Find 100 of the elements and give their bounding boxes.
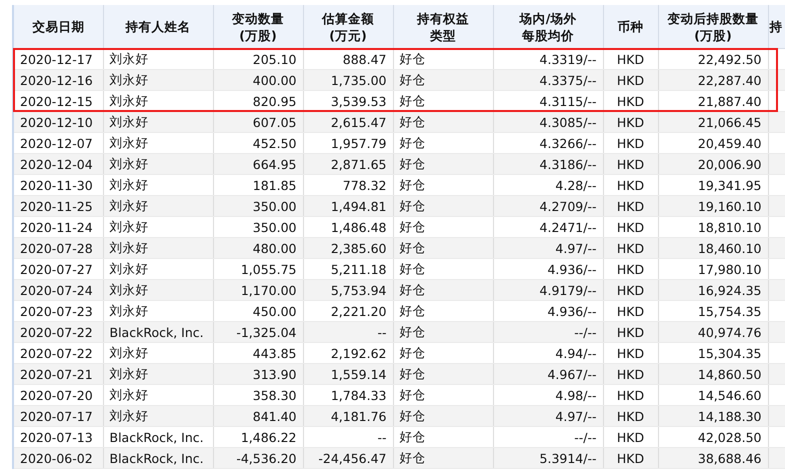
table-cell: 17,980.10 <box>698 262 762 276</box>
table-cell: 刘永好 <box>110 114 148 128</box>
table-cell: 好仓 <box>400 344 426 360</box>
table-cell: 4.3319/-- <box>540 52 596 66</box>
table-cell: 2020-07-21 <box>20 366 93 382</box>
table-cell: 刘永好 <box>110 302 148 318</box>
table-cell: 1,055.75 <box>240 262 296 276</box>
table-cell: HKD <box>616 72 644 88</box>
table-cell: 4.9179/-- <box>540 282 596 298</box>
table-cell: HKD <box>616 388 644 402</box>
table-cell: 38,688.46 <box>698 450 762 466</box>
table-cell: 2020-12-04 <box>20 156 93 172</box>
table-cell: 好仓 <box>400 240 426 254</box>
table-cell: 好仓 <box>400 408 426 422</box>
table-cell: 18,810.10 <box>698 220 762 234</box>
table-cell: 14,860.50 <box>698 366 762 382</box>
table-cell: -- <box>377 430 386 444</box>
table-cell: 好仓 <box>400 156 426 170</box>
table-cell: 4.2471/-- <box>540 220 596 234</box>
table-cell: 14,188.30 <box>698 408 762 424</box>
table-cell: 16,924.35 <box>698 282 762 298</box>
table-cell: 刘永好 <box>110 198 148 212</box>
table-cell: 22,492.50 <box>698 52 762 66</box>
table-cell: 1,559.14 <box>330 366 386 382</box>
table-cell: 好仓 <box>400 260 426 276</box>
table-cell: 刘永好 <box>110 134 148 150</box>
table-cell: 2,192.62 <box>330 346 386 360</box>
table-cell: 刘永好 <box>110 386 148 402</box>
column-header: 变动数量 (万股) <box>232 10 284 44</box>
table-cell: 2020-12-15 <box>20 94 93 108</box>
table-cell: 2020-07-22 <box>20 346 93 360</box>
table-cell: 15,304.35 <box>698 346 762 360</box>
table-cell: 205.10 <box>252 52 296 66</box>
table-cell: 2020-07-20 <box>20 388 93 402</box>
table-cell: 2020-07-13 <box>20 430 93 444</box>
table-cell: 450.00 <box>252 304 296 318</box>
table-cell: 2020-07-28 <box>20 240 93 256</box>
table-cell: 1,170.00 <box>240 282 296 298</box>
table-cell: -24,456.47 <box>318 450 386 466</box>
column-header: 变动后持股数量 (万股) <box>668 10 758 44</box>
table-cell: 刘永好 <box>110 50 148 66</box>
table-cell: 443.85 <box>252 346 296 360</box>
table-cell: 2020-12-16 <box>20 72 93 88</box>
table-cell: 4.3266/-- <box>540 136 596 150</box>
table-cell: 452.50 <box>252 136 296 150</box>
table-cell: BlackRock, Inc. <box>110 450 204 466</box>
table-cell: 22,287.40 <box>698 72 762 88</box>
table-cell: 好仓 <box>400 92 426 108</box>
table-cell: 358.30 <box>252 388 296 402</box>
table-cell: 5.3914/-- <box>540 450 596 466</box>
table-cell: 5,753.94 <box>330 282 386 298</box>
column-header: 交易日期 <box>32 18 84 35</box>
table-cell: HKD <box>616 366 644 382</box>
table-cell: -4,536.20 <box>236 450 296 466</box>
table-cell: 2020-11-25 <box>20 198 93 214</box>
table-cell: -- <box>377 324 386 340</box>
table-cell: 好仓 <box>400 324 426 338</box>
table-cell: 2020-11-30 <box>20 178 93 192</box>
table-cell: 好仓 <box>400 218 426 234</box>
table-cell: 好仓 <box>400 198 426 212</box>
column-header: 持有权益 类型 <box>417 10 469 44</box>
table-cell: HKD <box>616 282 644 298</box>
table-cell: 4.3085/-- <box>540 114 596 130</box>
table-cell: 2020-07-27 <box>20 262 93 276</box>
table-cell: 2020-12-07 <box>20 136 93 150</box>
table-cell: 42,028.50 <box>698 430 762 444</box>
table-cell: 好仓 <box>400 366 426 380</box>
table-cell: HKD <box>616 198 644 214</box>
table-cell: 刘永好 <box>110 344 148 360</box>
table-cell: 1,784.33 <box>330 388 386 402</box>
table-cell: 刘永好 <box>110 240 148 254</box>
column-header: 币种 <box>618 18 644 35</box>
table-cell: 2,385.60 <box>330 240 386 256</box>
table-cell: HKD <box>616 178 644 192</box>
table-cell: 刘永好 <box>110 92 148 108</box>
table-cell: 刘永好 <box>110 72 148 86</box>
column-header: 持 <box>770 18 782 35</box>
table-cell: HKD <box>616 52 644 66</box>
table-cell: 1,486.22 <box>240 430 296 444</box>
table-cell: 40,974.76 <box>698 324 762 340</box>
table-cell: HKD <box>616 304 644 318</box>
table-cell: 21,066.45 <box>698 114 762 130</box>
table-cell: 350.00 <box>252 198 296 214</box>
table-cell: 2,871.65 <box>330 156 386 172</box>
table-cell: 刘永好 <box>110 408 148 422</box>
table-cell: 2020-07-22 <box>20 324 93 340</box>
table-cell: 2,221.20 <box>330 304 386 318</box>
table-cell: 841.40 <box>252 408 296 424</box>
table-cell: 20,006.90 <box>698 156 762 172</box>
table-cell: 2020-06-02 <box>20 450 93 466</box>
table-cell: 4.3375/-- <box>540 72 596 88</box>
table-cell: -1,325.04 <box>236 324 296 340</box>
table-cell: 2020-07-17 <box>20 408 93 424</box>
table-cell: 1,486.48 <box>330 220 386 234</box>
table-cell: 19,160.10 <box>698 198 762 214</box>
table-cell: --/-- <box>574 430 596 444</box>
table-cell: 1,957.79 <box>330 136 386 150</box>
table-cell: 好仓 <box>400 386 426 402</box>
table-cell: 2020-11-24 <box>20 220 93 234</box>
table-cell: 778.32 <box>342 178 386 192</box>
